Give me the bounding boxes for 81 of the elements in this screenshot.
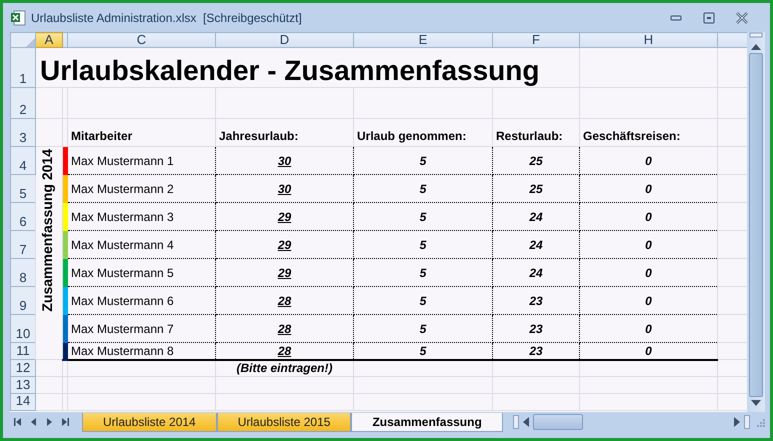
table-cell: Max Mustermann 1 <box>68 146 216 174</box>
sheet-tab[interactable]: Zusammenfassung <box>351 412 503 432</box>
table-cell: Max Mustermann 5 <box>68 258 216 286</box>
vertical-section-label: Zusammenfassung 2014 <box>40 149 54 312</box>
window-title: Urlaubsliste Administration.xlsx [Schreibgeschützt] <box>31 10 302 26</box>
restore-icon[interactable] <box>703 12 715 24</box>
horizontal-scrollbar-thumb[interactable] <box>532 414 583 430</box>
spreadsheet-file-icon <box>10 10 26 26</box>
vertical-scrollbar-thumb[interactable] <box>749 53 763 397</box>
table-cell: 25 <box>492 174 580 202</box>
table-cell: Max Mustermann 6 <box>68 286 216 314</box>
table-cell: 23 <box>492 314 580 342</box>
column-heading: Mitarbeiter <box>68 118 216 146</box>
next-sheet-icon[interactable] <box>46 417 54 427</box>
table-cell: Max Mustermann 4 <box>68 230 216 258</box>
sheet-tab[interactable]: Urlaubsliste 2015 <box>216 412 352 432</box>
row-header[interactable]: 7 <box>10 230 36 258</box>
table-cell: 5 <box>354 314 492 342</box>
column-heading: Urlaub genommen: <box>354 118 492 146</box>
column-heading: Geschäftsreisen: <box>580 118 718 146</box>
table-cell: 5 <box>354 146 492 174</box>
table-cell: 5 <box>354 230 492 258</box>
table-cell: 25 <box>492 146 580 174</box>
column-heading: Jahresurlaub: <box>216 118 354 146</box>
table-cell: 29 <box>216 230 354 258</box>
table-cell: 5 <box>354 258 492 286</box>
row-header[interactable]: 9 <box>10 286 36 314</box>
row-header[interactable]: 6 <box>10 202 36 230</box>
scroll-up-icon[interactable] <box>751 44 761 50</box>
table-cell: 30 <box>216 146 354 174</box>
split-handle-icon[interactable] <box>744 415 750 429</box>
column-header[interactable]: D <box>216 32 354 48</box>
column-header[interactable]: F <box>492 32 580 48</box>
table-cell: 29 <box>216 258 354 286</box>
table-cell: 24 <box>492 230 580 258</box>
table-cell: 28 <box>216 314 354 342</box>
last-sheet-icon[interactable] <box>62 417 70 427</box>
row-header[interactable]: 3 <box>10 118 36 146</box>
table-cell: 5 <box>354 202 492 230</box>
row-header[interactable]: 12 <box>10 360 36 376</box>
sheet-tab[interactable]: Urlaubsliste 2014 <box>82 412 217 432</box>
first-sheet-icon[interactable] <box>14 417 22 427</box>
scroll-left-icon[interactable] <box>522 417 529 427</box>
column-heading: Resturlaub: <box>492 118 580 146</box>
scroll-down-icon[interactable] <box>751 400 761 406</box>
column-header[interactable]: E <box>354 32 492 48</box>
table-cell: 23 <box>492 342 580 360</box>
previous-sheet-icon[interactable] <box>30 417 38 427</box>
column-header[interactable]: H <box>580 32 718 48</box>
row-header[interactable]: 13 <box>10 376 36 394</box>
row-header[interactable]: 14 <box>10 394 36 410</box>
table-cell: Max Mustermann 7 <box>68 314 216 342</box>
table-cell: Max Mustermann 3 <box>68 202 216 230</box>
table-cell: 24 <box>492 258 580 286</box>
row-header[interactable]: 4 <box>10 146 36 174</box>
sheet-title: Urlaubskalender - Zusammenfassung <box>36 48 580 88</box>
table-cell: 5 <box>354 174 492 202</box>
note-text: (Bitte eintragen!) <box>216 360 354 376</box>
row-header[interactable]: 1 <box>10 48 36 88</box>
resize-grip-icon[interactable] <box>754 416 766 428</box>
row-header[interactable]: 11 <box>10 342 36 360</box>
row-header[interactable]: 10 <box>10 314 36 342</box>
split-handle-icon[interactable] <box>749 32 763 38</box>
table-cell: 28 <box>216 342 354 360</box>
row-header[interactable]: 2 <box>10 88 36 118</box>
column-header[interactable]: A <box>36 32 62 48</box>
table-cell: 23 <box>492 286 580 314</box>
table-cell: 30 <box>216 174 354 202</box>
table-cell: 5 <box>354 286 492 314</box>
table-cell: 24 <box>492 202 580 230</box>
table-cell: 5 <box>354 342 492 360</box>
table-cell: Max Mustermann 2 <box>68 174 216 202</box>
tab-split-handle-icon[interactable] <box>512 415 519 429</box>
table-cell: 29 <box>216 202 354 230</box>
scroll-right-icon[interactable] <box>734 417 740 427</box>
row-header[interactable]: 8 <box>10 258 36 286</box>
close-icon[interactable] <box>736 12 748 24</box>
column-header[interactable]: C <box>68 32 216 48</box>
row-header[interactable]: 5 <box>10 174 36 202</box>
table-cell: 28 <box>216 286 354 314</box>
table-cell: Max Mustermann 8 <box>68 342 216 360</box>
